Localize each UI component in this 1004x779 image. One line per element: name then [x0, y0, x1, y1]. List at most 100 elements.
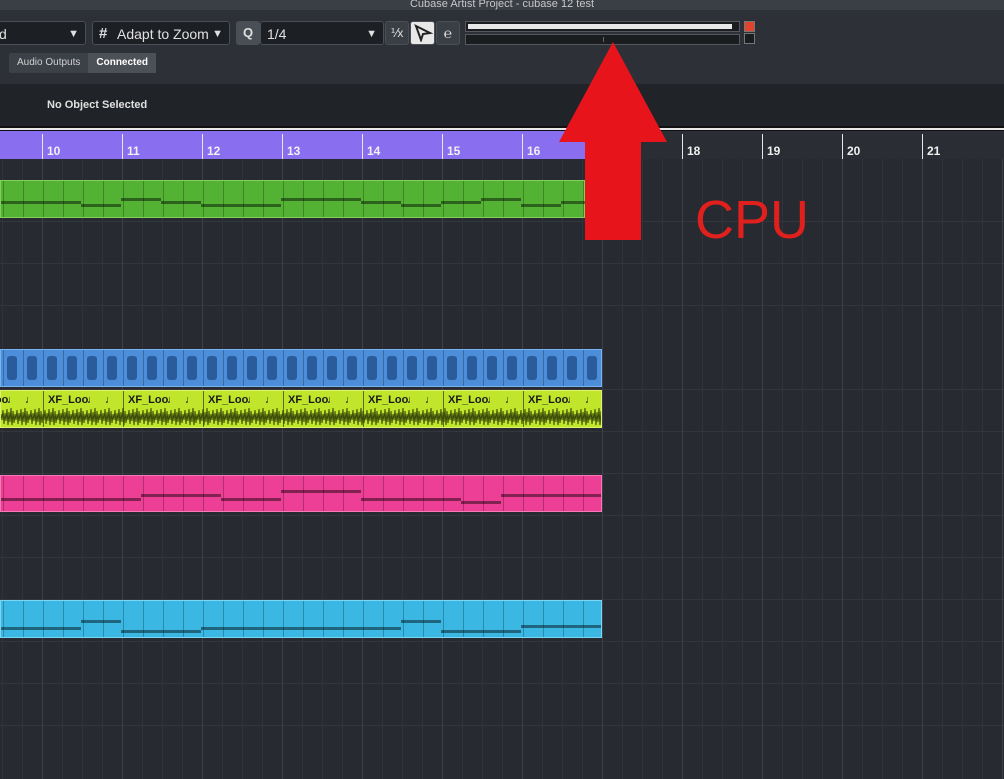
- window-title: Cubase Artist Project - cubase 12 test: [0, 0, 1004, 10]
- grid-line: [122, 159, 123, 779]
- connected-tab[interactable]: Connected: [88, 53, 157, 73]
- event-divider: [103, 181, 104, 217]
- info-line: No Object Selected: [0, 84, 1004, 126]
- audio-slice: [47, 356, 57, 380]
- hash-grid-icon: #: [99, 25, 108, 42]
- event-divider: [123, 350, 124, 386]
- disk-overload-indicator: [744, 33, 755, 44]
- event-display[interactable]: XF_Loo♩♩XF_Loo♩♩XF_Loo♩♩XF_Loo♩♩XF_Loo♩♩…: [0, 159, 1004, 779]
- event-divider: [223, 181, 224, 217]
- grid-line: [542, 159, 543, 779]
- grid-type-value: Adapt to Zoom: [117, 26, 209, 42]
- event-divider: [43, 476, 44, 511]
- audio-slice: [287, 356, 297, 380]
- event-divider: [543, 181, 544, 217]
- audio-part-blue[interactable]: [0, 349, 602, 387]
- event-divider: [323, 601, 324, 637]
- event-divider: [23, 601, 24, 637]
- ruler-bar-tick: [122, 134, 123, 159]
- event-divider: [403, 350, 404, 386]
- grid-line: [742, 159, 743, 779]
- iterative-quantize-button[interactable]: ℮: [436, 21, 460, 45]
- music-note-icon: ♩: [505, 394, 516, 406]
- event-divider: [343, 476, 344, 511]
- event-divider: [203, 181, 204, 217]
- quantize-preset-dropdown[interactable]: 1/4 ▼: [260, 21, 384, 45]
- chevron-down-icon: ▼: [68, 28, 79, 40]
- midi-note: [361, 201, 401, 204]
- midi-note: [201, 627, 401, 630]
- overload-indicator: [744, 21, 755, 32]
- snap-button[interactable]: [410, 21, 435, 45]
- ruler-bar-tick: [922, 134, 923, 159]
- grid-line: [202, 159, 203, 779]
- event-divider: [283, 476, 284, 511]
- event-divider: [323, 476, 324, 511]
- event-divider: [363, 601, 364, 637]
- ruler-bar-tick: [362, 134, 363, 159]
- event-divider: [263, 350, 264, 386]
- quantize-value: 1/4: [267, 26, 287, 42]
- event-divider: [463, 350, 464, 386]
- event-divider: [23, 350, 24, 386]
- event-divider: [363, 350, 364, 386]
- midi-note: [1, 498, 141, 501]
- event-divider: [163, 350, 164, 386]
- grid-type-dropdown[interactable]: # Adapt to Zoom ▼: [92, 21, 230, 45]
- event-divider: [443, 181, 444, 217]
- grid-line: [922, 159, 923, 779]
- triplet-button[interactable]: ⅟x: [385, 21, 409, 45]
- quantize-q-button[interactable]: Q: [236, 21, 260, 45]
- grid-line: [902, 159, 903, 779]
- midi-part-cyan[interactable]: [0, 600, 602, 638]
- toolbar: d ▼ # Adapt to Zoom ▼ Q 1/4 ▼ ⅟x ℮ Audio…: [0, 10, 1004, 84]
- audio-loop-part-lime[interactable]: XF_Loo♩♩XF_Loo♩♩XF_Loo♩♩XF_Loo♩♩XF_Loo♩♩…: [0, 390, 602, 428]
- midi-note: [81, 620, 121, 623]
- q-icon: Q: [242, 25, 254, 40]
- audio-outputs-tab[interactable]: Audio Outputs: [9, 53, 88, 73]
- event-divider: [183, 350, 184, 386]
- grid-line: [342, 159, 343, 779]
- grid-line: [622, 159, 623, 779]
- event-divider: [403, 601, 404, 637]
- ruler-bar-label: 10: [47, 144, 61, 158]
- event-divider: [543, 350, 544, 386]
- event-divider: [3, 181, 4, 217]
- audio-slice: [307, 356, 317, 380]
- music-note-icon: ♩: [105, 394, 116, 406]
- audio-slice: [347, 356, 357, 380]
- chevron-down-icon: ▼: [212, 28, 223, 40]
- grid-line: [222, 159, 223, 779]
- audio-slice: [187, 356, 197, 380]
- ruler-bar-label: 12: [207, 144, 221, 158]
- divider: [0, 128, 1004, 130]
- event-divider: [63, 350, 64, 386]
- event-divider: [563, 601, 564, 637]
- midi-part-green[interactable]: [0, 180, 586, 218]
- music-note-icon: ♩: [425, 394, 436, 406]
- grid-line: [2, 159, 3, 779]
- mode-dropdown[interactable]: d ▼: [0, 21, 86, 45]
- music-note-icon: ♩: [247, 394, 258, 406]
- ruler[interactable]: 101112131415161718192021: [0, 131, 1004, 159]
- midi-note: [441, 630, 521, 633]
- ruler-bar-tick: [42, 134, 43, 159]
- audio-slice: [87, 356, 97, 380]
- event-divider: [523, 601, 524, 637]
- grid-line: [302, 159, 303, 779]
- grid-line: [162, 159, 163, 779]
- music-note-icon: ♩: [345, 394, 356, 406]
- event-divider: [343, 350, 344, 386]
- audio-slice: [247, 356, 257, 380]
- event-divider: [303, 350, 304, 386]
- audio-slice: [127, 356, 137, 380]
- event-divider: [63, 181, 64, 217]
- grid-line: [522, 159, 523, 779]
- event-divider: [283, 601, 284, 637]
- grid-line: [242, 159, 243, 779]
- midi-part-pink[interactable]: [0, 475, 602, 512]
- event-divider: [83, 601, 84, 637]
- ruler-bar-label: 21: [927, 144, 941, 158]
- grid-line: [22, 159, 23, 779]
- event-divider: [443, 476, 444, 511]
